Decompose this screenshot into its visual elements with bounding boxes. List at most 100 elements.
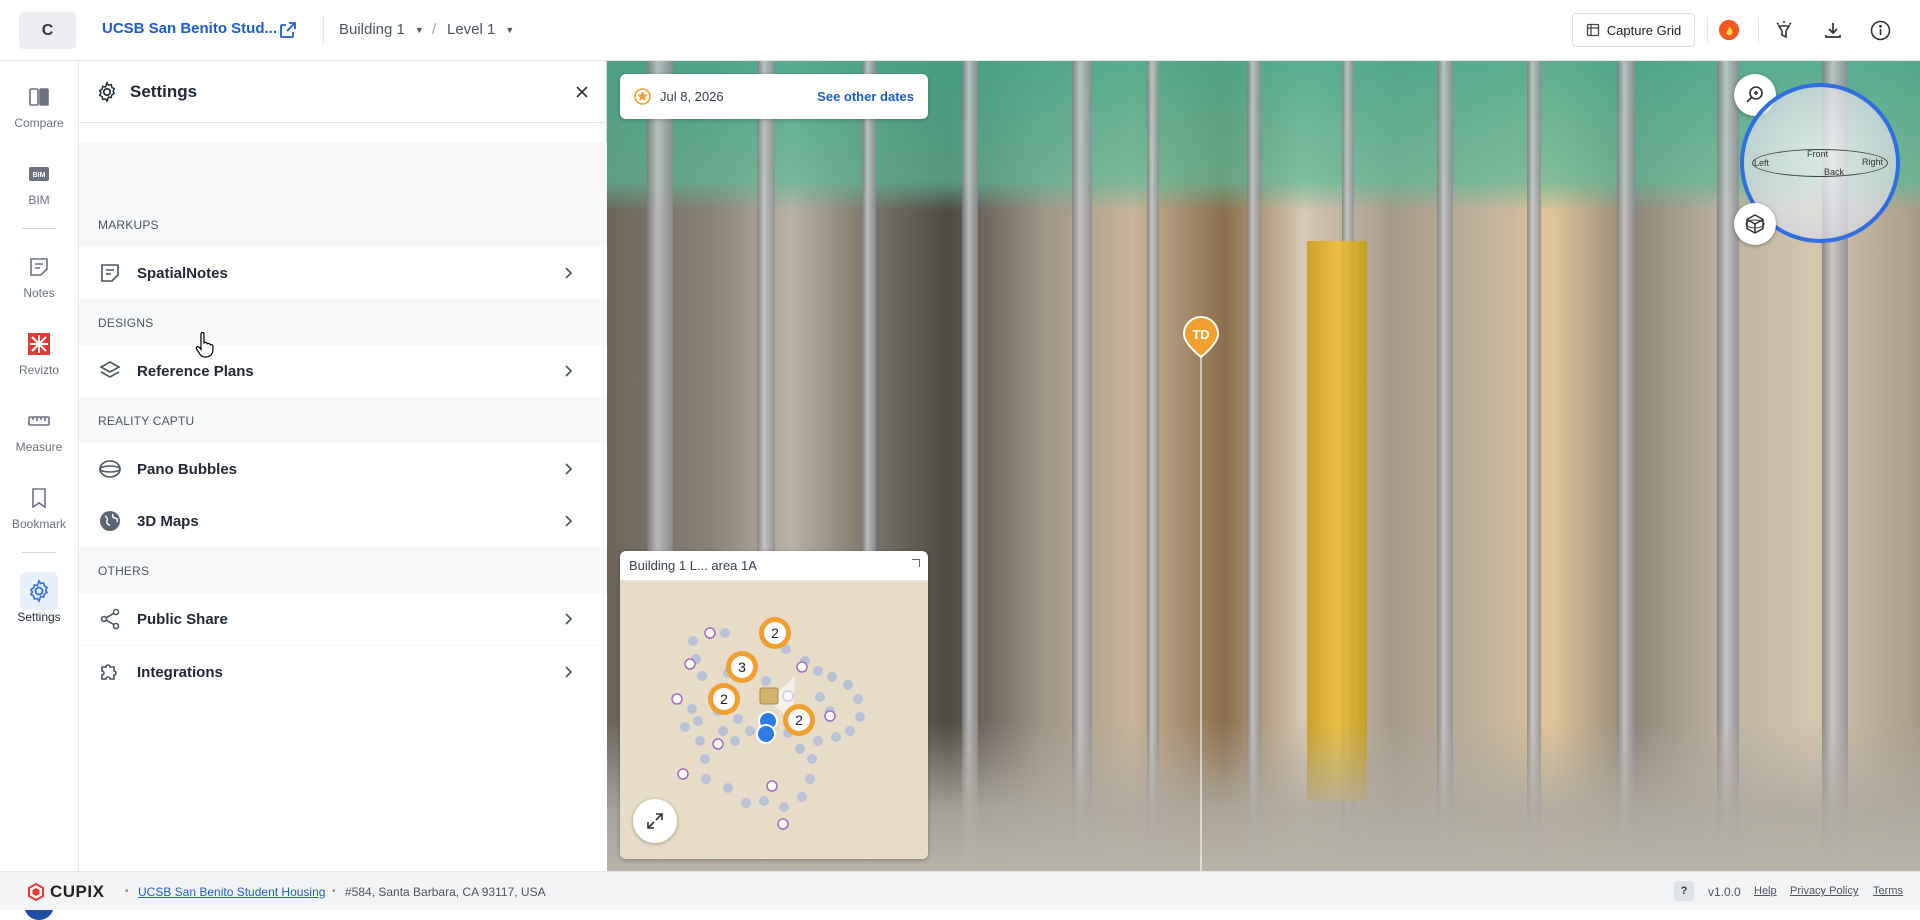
spotlight-icon[interactable] xyxy=(1773,19,1795,41)
nav-label: Settings xyxy=(17,610,61,624)
chevron-right-icon xyxy=(565,365,573,377)
left-navigation: Compare BIM BIM Notes Revizto Measure Bo… xyxy=(0,61,79,920)
help-link[interactable]: Help xyxy=(1754,885,1777,897)
settings-row-3d-maps[interactable]: 3D Maps xyxy=(79,495,607,547)
nav-bookmark[interactable]: Bookmark xyxy=(0,486,78,531)
section-label-reality-capture: REALITY CAPTU xyxy=(98,414,195,428)
notification-icon[interactable] xyxy=(1718,19,1740,41)
panel-empty-area xyxy=(79,698,607,871)
capture-icon xyxy=(634,88,651,105)
cluster-marker[interactable]: 3 xyxy=(726,651,758,683)
divider xyxy=(1707,17,1708,43)
expand-icon xyxy=(647,813,663,829)
globe-icon xyxy=(100,511,120,531)
compass-back: Back xyxy=(1824,167,1845,177)
building-selector[interactable]: Building 1 ▼ xyxy=(339,21,424,38)
section-label-others: OTHERS xyxy=(98,564,150,578)
minimap-collapse-icon[interactable] xyxy=(912,559,920,567)
close-icon[interactable] xyxy=(574,84,590,100)
minimap-floorplan: 2 3 2 2 xyxy=(620,581,928,859)
compass-left: Left xyxy=(1754,158,1770,168)
info-icon[interactable] xyxy=(1869,19,1891,41)
nav-label: Revizto xyxy=(18,363,59,377)
footer-dot: • xyxy=(332,886,336,897)
see-other-dates-link[interactable]: See other dates xyxy=(817,89,914,104)
nav-label: Notes xyxy=(23,286,55,300)
chevron-right-icon xyxy=(565,267,573,279)
settings-row-spatialnotes[interactable]: SpatialNotes xyxy=(79,247,607,299)
notes-icon xyxy=(101,264,119,282)
project-name-link[interactable]: UCSB San Benito Stud... xyxy=(102,20,277,37)
chevron-right-icon xyxy=(565,666,573,678)
cluster-count: 2 xyxy=(720,691,728,707)
nav-label: Bookmark xyxy=(11,517,67,531)
download-icon[interactable] xyxy=(1822,19,1844,41)
settings-row-integrations[interactable]: Integrations xyxy=(79,646,607,698)
cluster-marker[interactable]: 2 xyxy=(759,617,791,649)
workspace-logo-button[interactable]: C xyxy=(19,12,76,49)
help-button[interactable]: ? xyxy=(1674,881,1694,901)
chevron-right-icon xyxy=(565,515,573,527)
chevron-right-icon xyxy=(565,463,573,475)
nav-revizto[interactable]: Revizto xyxy=(0,332,78,377)
settings-row-reference-plans[interactable]: Reference Plans xyxy=(79,345,607,397)
nav-settings[interactable]: Settings xyxy=(0,579,78,624)
3d-view-button[interactable] xyxy=(1734,203,1776,245)
gear-icon xyxy=(98,80,116,103)
nav-bim[interactable]: BIM BIM xyxy=(0,162,78,207)
divider xyxy=(22,552,56,553)
top-bar: C UCSB San Benito Stud... Building 1 ▼ /… xyxy=(0,0,1920,61)
row-label: SpatialNotes xyxy=(137,264,228,282)
nav-label: Compare xyxy=(14,116,64,130)
cluster-marker[interactable]: 2 xyxy=(708,683,740,715)
cluster-count: 2 xyxy=(771,625,779,641)
footer-dot: • xyxy=(125,886,129,897)
capture-grid-label: Capture Grid xyxy=(1606,22,1682,38)
nav-measure[interactable]: Measure xyxy=(0,409,78,454)
level-selector[interactable]: Level 1 ▼ xyxy=(447,21,514,38)
privacy-policy-link[interactable]: Privacy Policy xyxy=(1790,885,1858,897)
building-label: Building 1 xyxy=(339,21,405,38)
terms-link[interactable]: Terms xyxy=(1873,885,1903,897)
cluster-count: 3 xyxy=(738,659,746,675)
nav-label: Measure xyxy=(15,440,63,454)
grid-icon xyxy=(1586,23,1599,37)
footer-project-link[interactable]: UCSB San Benito Student Housing xyxy=(138,885,325,899)
version-label: v1.0.0 xyxy=(1708,885,1741,899)
divider xyxy=(1758,17,1759,43)
nav-notes[interactable]: Notes xyxy=(0,255,78,300)
capture-grid-button[interactable]: Capture Grid xyxy=(1572,13,1695,47)
marker-line xyxy=(1200,357,1202,871)
capture-date: Jul 8, 2026 xyxy=(660,89,724,104)
minimap-expand-button[interactable] xyxy=(633,799,677,843)
capture-date-card: Jul 8, 2026 See other dates xyxy=(620,74,928,119)
notes-icon xyxy=(30,258,48,276)
cube-icon xyxy=(1745,214,1765,234)
pano-bubble-icon xyxy=(99,460,121,478)
compare-icon xyxy=(29,88,49,106)
brand-name: CUPIX xyxy=(50,882,105,901)
nav-compare[interactable]: Compare xyxy=(0,85,78,130)
layers-icon xyxy=(99,361,121,378)
cupix-logo: CUPIX xyxy=(26,882,104,902)
divider xyxy=(323,16,324,44)
chevron-right-icon xyxy=(565,613,573,625)
minimap[interactable]: Building 1 L... area 1A 2 3 2 2 xyxy=(620,551,928,859)
revizto-icon xyxy=(28,333,50,355)
cluster-marker[interactable]: 2 xyxy=(783,704,815,736)
settings-row-pano-bubbles[interactable]: Pano Bubbles xyxy=(79,443,607,495)
divider xyxy=(22,228,56,229)
spatial-note-marker[interactable]: TD xyxy=(1182,315,1220,359)
external-link-icon[interactable] xyxy=(278,20,298,40)
panel-header: Settings xyxy=(79,61,606,123)
settings-panel: Settings MARKUPS SpatialNotes DESIGNS Re… xyxy=(79,61,607,871)
footer: CUPIX • UCSB San Benito Student Housing … xyxy=(0,871,1920,910)
settings-row-public-share[interactable]: Public Share xyxy=(79,593,607,645)
cluster-count: 2 xyxy=(795,712,803,728)
row-label: Integrations xyxy=(137,663,223,681)
chevron-down-icon: ▼ xyxy=(505,24,515,35)
row-label: Pano Bubbles xyxy=(137,460,238,478)
panorama-viewer[interactable]: TD Jul 8, 2026 See other dates Left Fron… xyxy=(607,61,1920,871)
zoom-search-icon xyxy=(1746,86,1763,103)
footer-address: #584, Santa Barbara, CA 93117, USA xyxy=(345,885,546,899)
